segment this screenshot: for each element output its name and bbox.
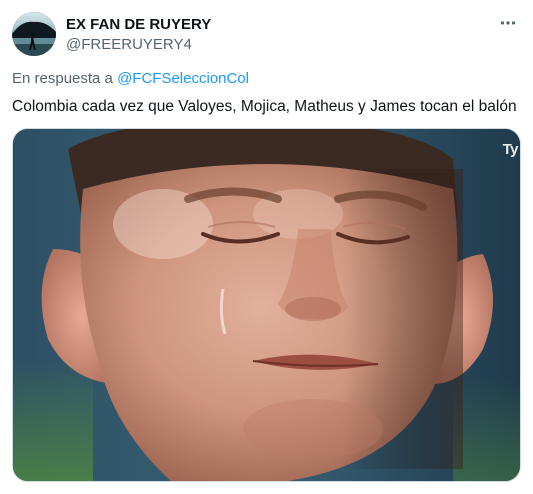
reply-context: En respuesta a @FCFSeleccionCol	[12, 69, 249, 89]
tweet-text: Colombia cada vez que Valoyes, Mojica, M…	[12, 98, 517, 115]
author-names: EX FAN DE RUYERY @FREERUYERY4	[66, 15, 211, 54]
crying-face-photo	[13, 129, 520, 481]
broadcaster-watermark: Ty	[502, 141, 519, 158]
more-horizontal-icon	[500, 21, 516, 25]
avatar[interactable]	[12, 12, 56, 56]
avatar-image	[12, 12, 56, 56]
author-handle[interactable]: @FREERUYERY4	[66, 35, 211, 54]
author-display-name[interactable]: EX FAN DE RUYERY	[66, 15, 211, 34]
more-options-button[interactable]	[495, 12, 521, 34]
reply-mention-link[interactable]: @FCFSeleccionCol	[117, 70, 249, 87]
reply-prefix: En respuesta a	[12, 70, 113, 87]
tweet-header: EX FAN DE RUYERY @FREERUYERY4	[12, 12, 521, 58]
tweet-card[interactable]: EX FAN DE RUYERY @FREERUYERY4 En respues…	[0, 0, 533, 494]
tweet-media-image[interactable]: Ty	[12, 128, 521, 482]
